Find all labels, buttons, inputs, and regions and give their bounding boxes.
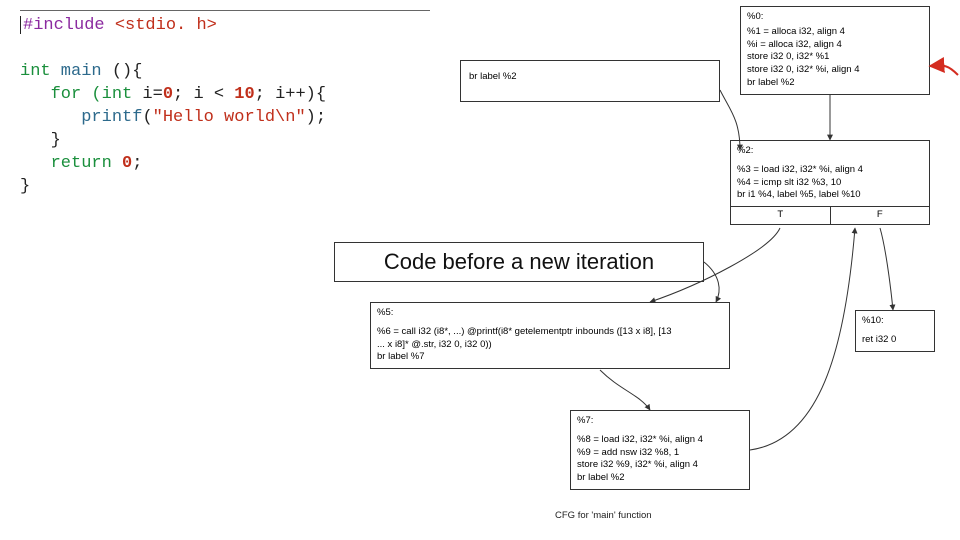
source-code-panel: #include <stdio. h> int main (){ for (in…	[20, 10, 440, 199]
cfg-block-0-title: %0:	[747, 11, 923, 24]
cfg-block-0: %0: %1 = alloca i32, align 4 %i = alloca…	[740, 6, 930, 95]
cfg-caption: CFG for 'main' function	[555, 510, 652, 521]
cfg-block-10: %10: ret i32 0	[855, 310, 935, 352]
token-int2: (int	[81, 85, 132, 104]
edge-5-7	[600, 370, 650, 410]
cfg-block-0-l5: br label %2	[747, 77, 923, 90]
annotation-box: Code before a new iteration	[334, 242, 704, 282]
cfg-block-2-l3: br i1 %4, label %5, label %10	[737, 189, 923, 202]
cfg-block-2-split: T F	[731, 206, 929, 224]
edge-annot-5	[704, 262, 719, 302]
token-include: #include	[23, 16, 105, 35]
red-arrow-icon	[930, 66, 958, 75]
cfg-block-0-l3: store i32 0, i32* %1	[747, 51, 923, 64]
token-printf: printf	[81, 108, 142, 127]
annotation-text: Code before a new iteration	[384, 249, 654, 274]
token-header: <stdio. h>	[105, 16, 217, 35]
token-for: for	[51, 85, 82, 104]
token-main: main	[51, 62, 102, 81]
token-string: "Hello world\n"	[153, 108, 306, 127]
edge-2F-10	[880, 228, 893, 310]
cfg-block-5-title: %5:	[377, 307, 723, 320]
cfg-block-2-F: F	[831, 207, 930, 224]
cfg-block-10-l1: ret i32 0	[862, 334, 928, 347]
cfg-block-7-l2: %9 = add nsw i32 %8, 1	[577, 447, 743, 460]
cfg-block-5-l1: %6 = call i32 (i8*, ...) @printf(i8* get…	[377, 326, 723, 339]
cfg-block-0-l1: %1 = alloca i32, align 4	[747, 26, 923, 39]
cfg-block-0-l2: %i = alloca i32, align 4	[747, 39, 923, 52]
cfg-block-7-title: %7:	[577, 415, 743, 428]
cfg-block-2-l1: %3 = load i32, i32* %i, align 4	[737, 164, 923, 177]
edge-7-2	[750, 228, 855, 450]
cfg-block-2: %2: %3 = load i32, i32* %i, align 4 %4 =…	[730, 140, 930, 225]
cfg-block-0-l4: store i32 0, i32* %i, align 4	[747, 64, 923, 77]
cfg-block-5-l2: ... x i8]* @.str, i32 0, i32 0))	[377, 339, 723, 352]
cfg-block-7-l1: %8 = load i32, i32* %i, align 4	[577, 434, 743, 447]
cfg-mini-text: br label %2	[469, 71, 517, 82]
token-return: return	[51, 154, 112, 173]
cfg-block-5-l3: br label %7	[377, 351, 723, 364]
token-int: int	[20, 62, 51, 81]
source-code-text: #include <stdio. h> int main (){ for (in…	[20, 15, 440, 199]
cfg-block-5: %5: %6 = call i32 (i8*, ...) @printf(i8*…	[370, 302, 730, 369]
cfg-block-2-l2: %4 = icmp slt i32 %3, 10	[737, 177, 923, 190]
cfg-block-7-l3: store i32 %9, i32* %i, align 4	[577, 459, 743, 472]
cfg-block-10-title: %10:	[862, 315, 928, 328]
cfg-block-7-l4: br label %2	[577, 472, 743, 485]
cfg-block-7: %7: %8 = load i32, i32* %i, align 4 %9 =…	[570, 410, 750, 490]
cfg-block-2-title: %2:	[737, 145, 923, 158]
cfg-mini-brlabel: br label %2	[460, 60, 720, 102]
cfg-block-2-T: T	[731, 207, 831, 224]
divider-line	[20, 10, 430, 11]
